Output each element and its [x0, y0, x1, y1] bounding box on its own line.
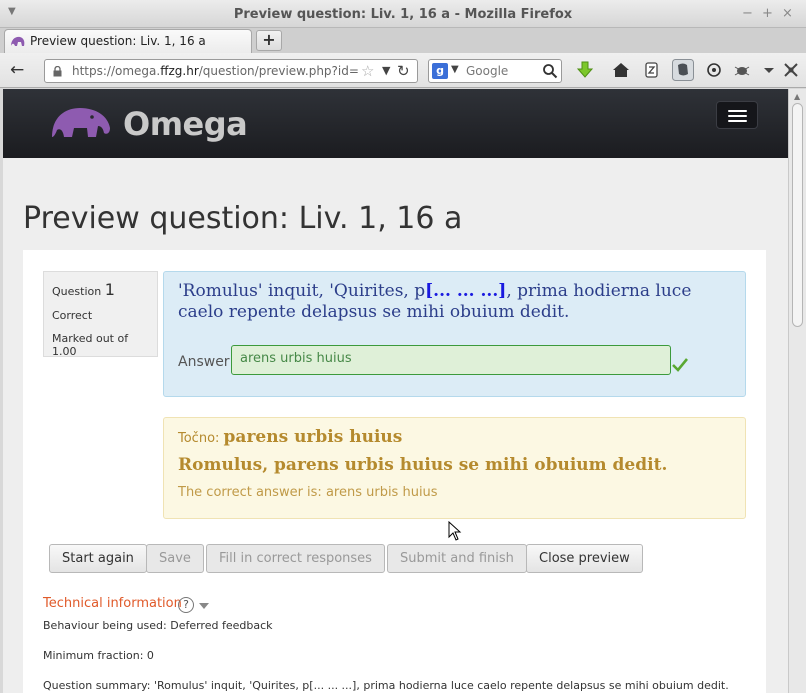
evernote-icon[interactable] [672, 59, 694, 81]
elephant-favicon-icon [11, 36, 25, 46]
window-title: Preview question: Liv. 1, 16 a - Mozilla… [233, 7, 573, 22]
minimum-fraction-line: Minimum fraction: 0 [43, 649, 154, 662]
answer-label: Answer: [178, 354, 235, 370]
lock-icon [53, 66, 62, 77]
start-again-button[interactable]: Start again [49, 544, 147, 573]
close-window-icon[interactable]: × [782, 6, 793, 21]
search-icon[interactable] [542, 63, 558, 79]
bug-icon[interactable] [732, 60, 752, 80]
technical-info-heading[interactable]: Technical information [43, 596, 182, 611]
feedback-sentence: Romulus, parens urbis huius se mihi obui… [178, 455, 668, 475]
feedback-correct-line: Točno: parens urbis huius [178, 427, 403, 447]
elephant-logo-icon[interactable] [50, 106, 112, 138]
expand-caret-icon[interactable] [199, 603, 209, 609]
search-engine-dropdown-icon[interactable]: ▼ [451, 64, 459, 75]
submit-and-finish-button[interactable]: Submit and finish [387, 544, 527, 573]
search-bar[interactable]: g ▼ Google [428, 59, 562, 83]
window-titlebar: ▼ Preview question: Liv. 1, 16 a - Mozil… [0, 0, 806, 28]
maximize-icon[interactable]: + [762, 6, 773, 21]
sync-icon[interactable] [704, 60, 724, 80]
new-tab-button[interactable]: + [256, 30, 282, 51]
tab-preview-question[interactable]: Preview question: Liv. 1, 16 a [4, 29, 252, 53]
tools-icon[interactable] [781, 60, 801, 80]
page-viewport: Omega Preview question: Liv. 1, 16 a Que… [3, 89, 788, 693]
home-icon[interactable] [611, 60, 631, 80]
download-arrow-icon[interactable] [575, 60, 595, 80]
url-history-dropdown-icon[interactable]: ▼ [382, 64, 390, 77]
question-text: 'Romulus' inquit, 'Quirites, p[... ... .… [178, 281, 692, 322]
right-answer: The correct answer is: arens urbis huius [178, 485, 438, 500]
mouse-pointer-icon [448, 521, 462, 541]
close-preview-button[interactable]: Close preview [526, 544, 643, 573]
google-engine-icon[interactable]: g [432, 63, 448, 79]
question-formulation: 'Romulus' inquit, 'Quirites, p[... ... .… [163, 271, 746, 397]
behaviour-line: Behaviour being used: Deferred feedback [43, 619, 273, 632]
correct-check-icon [672, 358, 688, 372]
scroll-thumb[interactable] [792, 103, 803, 327]
back-arrow-icon[interactable]: ← [10, 60, 24, 80]
question-grade: Marked out of 1.00 [52, 332, 129, 358]
vertical-scrollbar[interactable]: ▲ [788, 89, 806, 693]
menu-bar-icon [728, 120, 747, 122]
save-button[interactable]: Save [146, 544, 204, 573]
help-icon[interactable]: ? [178, 597, 194, 613]
site-brand[interactable]: Omega [123, 105, 248, 143]
scroll-up-icon[interactable]: ▲ [794, 92, 800, 101]
menu-bar-icon [728, 115, 747, 117]
site-header: Omega [3, 89, 788, 158]
feedback-box: Točno: parens urbis huius Romulus, paren… [163, 417, 746, 519]
nav-menu-toggle-button[interactable] [716, 101, 758, 129]
search-placeholder: Google [466, 64, 509, 78]
answer-input[interactable]: arens urbis huius [231, 345, 671, 375]
url-text: https://omega.ffzg.hr/question/preview.p… [72, 64, 359, 78]
url-bar[interactable]: https://omega.ffzg.hr/question/preview.p… [44, 59, 418, 83]
question-panel: Question 1 Correct Marked out of 1.00 'R… [23, 250, 766, 693]
zotero-icon[interactable] [642, 60, 662, 80]
tab-label: Preview question: Liv. 1, 16 a [30, 34, 206, 48]
reload-icon[interactable]: ↻ [397, 62, 410, 80]
bookmark-star-icon[interactable]: ☆ [361, 62, 374, 80]
menu-bar-icon [728, 110, 747, 112]
fill-correct-responses-button[interactable]: Fill in correct responses [206, 544, 385, 573]
toolbar-overflow-icon[interactable] [759, 60, 779, 80]
question-number: Question 1 [52, 280, 115, 299]
tab-strip: Preview question: Liv. 1, 16 a + [0, 28, 806, 53]
minimize-icon[interactable]: − [742, 6, 753, 21]
question-blank: [... ... ...] [425, 281, 507, 301]
question-summary-line: Question summary: 'Romulus' inquit, 'Qui… [43, 679, 729, 692]
question-state: Correct [52, 309, 93, 322]
page-title: Preview question: Liv. 1, 16 a [23, 201, 463, 236]
question-info: Question 1 Correct Marked out of 1.00 [43, 271, 158, 358]
